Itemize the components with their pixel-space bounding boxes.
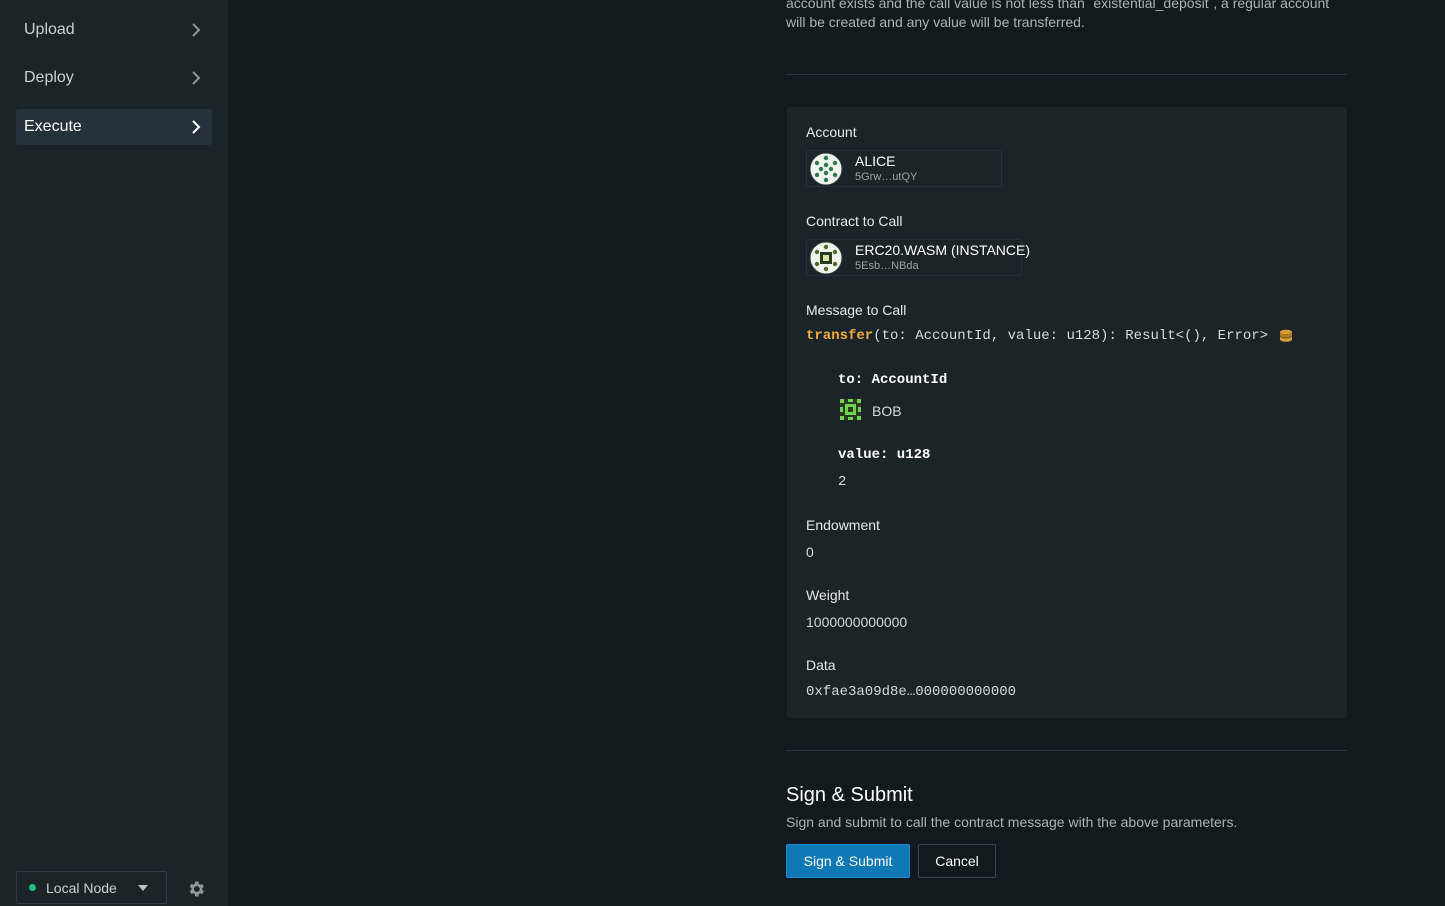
account-label: Account xyxy=(806,124,857,140)
gear-icon[interactable] xyxy=(186,879,206,899)
data-value: 0xfae3a09d8e…000000000000 xyxy=(806,684,1017,700)
message-signature: transfer(to: AccountId, value: u128): Re… xyxy=(806,328,1268,344)
endowment-value: 0 xyxy=(806,544,814,560)
node-status-dot xyxy=(29,884,36,891)
message-signature-args: (to: AccountId, value: u128): Result<(),… xyxy=(873,328,1269,344)
param-label-value: value: u128 xyxy=(838,447,931,463)
identicon-icon xyxy=(840,399,861,420)
sidebar-item-execute[interactable]: Execute xyxy=(16,109,212,145)
contract-address: 5Esb…NBda xyxy=(855,260,919,272)
submit-description: Sign and submit to call the contract mes… xyxy=(786,814,1238,830)
sign-submit-button[interactable]: Sign & Submit xyxy=(786,844,910,878)
divider xyxy=(786,74,1347,75)
weight-label: Weight xyxy=(806,587,850,603)
data-label: Data xyxy=(806,657,836,673)
sidebar-item-upload[interactable]: Upload xyxy=(16,12,212,48)
identicon-icon xyxy=(809,152,843,186)
endowment-label: Endowment xyxy=(806,517,880,533)
divider xyxy=(786,750,1347,751)
coins-icon xyxy=(1280,329,1292,342)
sidebar-item-deploy[interactable]: Deploy xyxy=(16,60,212,96)
message-description: account exists and the call value is not… xyxy=(786,0,1330,30)
account-address: 5Grw…utQY xyxy=(855,171,918,183)
message-function-name: transfer xyxy=(806,328,874,344)
param-value-to: BOB xyxy=(872,403,902,419)
call-summary-card: Account ALICE 5Grw…utQY Contract to Call xyxy=(787,107,1347,718)
message-label: Message to Call xyxy=(806,302,907,318)
sidebar: Upload Deploy Execute Local Node xyxy=(0,0,228,906)
cancel-button[interactable]: Cancel xyxy=(918,844,996,878)
node-selector[interactable]: Local Node xyxy=(16,871,167,904)
param-label-to: to: AccountId xyxy=(838,372,948,388)
sidebar-item-label: Deploy xyxy=(24,69,74,86)
sidebar-item-label: Upload xyxy=(24,21,75,38)
contract-name: ERC20.WASM (INSTANCE) xyxy=(855,242,1031,258)
param-value-value: 2 xyxy=(838,474,847,490)
sidebar-item-label: Execute xyxy=(24,118,82,135)
account-selector[interactable]: ALICE 5Grw…utQY xyxy=(806,150,1002,187)
caret-down-icon xyxy=(138,885,148,891)
chevron-right-icon xyxy=(192,23,201,37)
chevron-right-icon xyxy=(192,120,201,134)
weight-value: 1000000000000 xyxy=(806,614,908,630)
contract-selector[interactable]: ERC20.WASM (INSTANCE) 5Esb…NBda xyxy=(806,239,1030,276)
node-label: Local Node xyxy=(46,879,117,896)
account-name: ALICE xyxy=(855,153,896,169)
identicon-icon xyxy=(809,241,843,275)
chevron-right-icon xyxy=(192,71,201,85)
submit-title: Sign & Submit xyxy=(786,784,913,806)
contract-label: Contract to Call xyxy=(806,213,903,229)
